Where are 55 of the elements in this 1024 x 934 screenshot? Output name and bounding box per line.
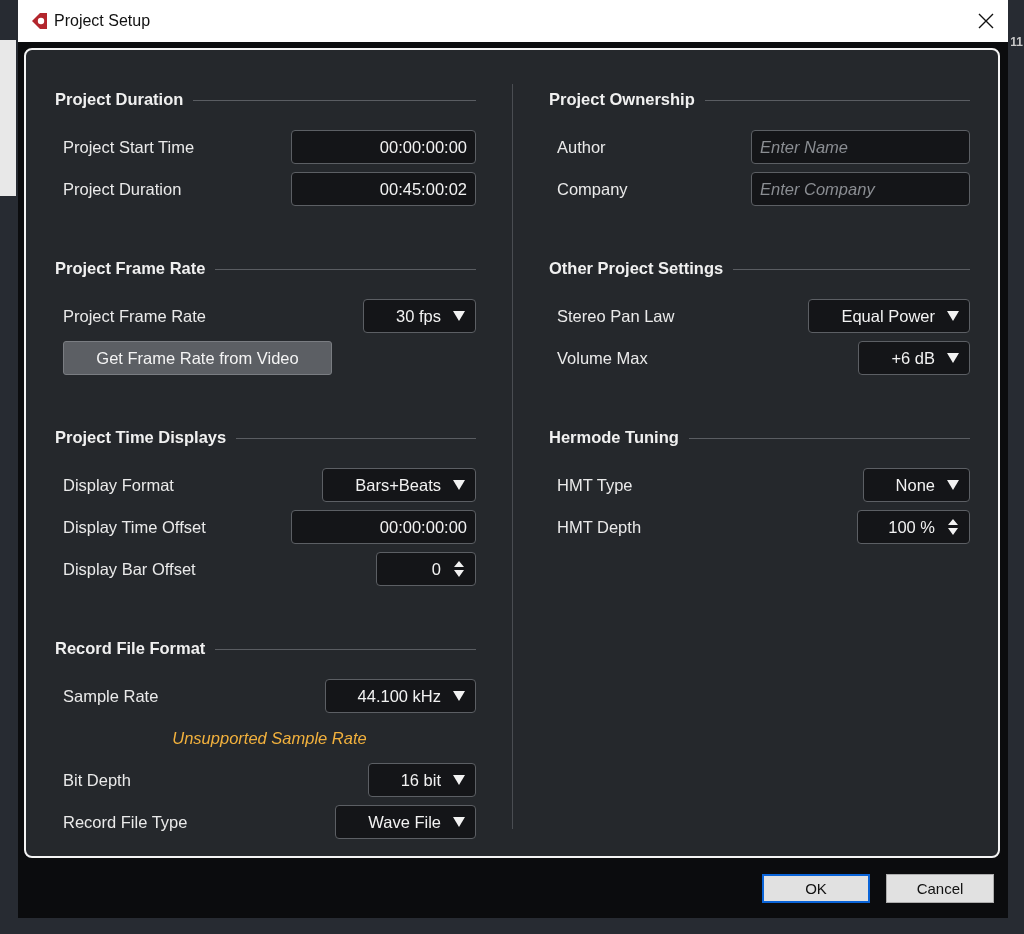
- app-logo-icon: [30, 12, 48, 30]
- dropdown-arrow-icon: [453, 691, 465, 701]
- field-label: Project Frame Rate: [63, 306, 207, 326]
- field-label: Sample Rate: [63, 686, 159, 706]
- field-label: HMT Depth: [557, 517, 642, 537]
- dropdown[interactable]: 44.100 kHz: [324, 679, 476, 713]
- dropdown[interactable]: Wave File: [335, 805, 476, 839]
- text-field[interactable]: Enter Company: [751, 172, 970, 206]
- cancel-button[interactable]: Cancel: [886, 874, 994, 903]
- field-label: Display Format: [63, 475, 174, 495]
- text-field[interactable]: Enter Name: [751, 130, 970, 164]
- close-icon[interactable]: [978, 13, 994, 29]
- ok-button[interactable]: OK: [762, 874, 870, 903]
- dropdown-arrow-icon: [453, 817, 465, 827]
- field-label: Author: [557, 137, 606, 157]
- dropdown[interactable]: +6 dB: [858, 341, 970, 375]
- field-label: Project Duration: [63, 179, 182, 199]
- dropdown-arrow-icon: [453, 480, 465, 490]
- section-title: Project Duration: [55, 89, 184, 109]
- dropdown-arrow-icon: [453, 311, 465, 321]
- field-label: Display Time Offset: [63, 517, 206, 537]
- warning-text: Unsupported Sample Rate: [172, 728, 367, 748]
- field-label: Volume Max: [557, 348, 648, 368]
- dropdown[interactable]: None: [862, 468, 970, 502]
- section-title: Project Time Displays: [55, 427, 227, 447]
- spin-field[interactable]: 0: [376, 552, 476, 586]
- section-title: Hermode Tuning: [549, 427, 679, 447]
- dropdown-arrow-icon: [947, 480, 959, 490]
- time-field[interactable]: 00:45:00:02: [291, 172, 476, 206]
- time-field[interactable]: 00:00:00:00: [291, 510, 476, 544]
- dropdown[interactable]: 16 bit: [367, 763, 476, 797]
- field-label: Record File Type: [63, 812, 188, 832]
- field-label: Stereo Pan Law: [557, 306, 675, 326]
- stepper-arrows-icon: [453, 560, 465, 578]
- field-label: Company: [557, 179, 628, 199]
- field-label: Display Bar Offset: [63, 559, 196, 579]
- dropdown[interactable]: Equal Power: [808, 299, 970, 333]
- dropdown-arrow-icon: [947, 311, 959, 321]
- section-title: Project Frame Rate: [55, 258, 206, 278]
- section-title: Project Ownership: [549, 89, 695, 109]
- section-title: Other Project Settings: [549, 258, 724, 278]
- spin-field[interactable]: 100 %: [857, 510, 970, 544]
- dropdown-arrow-icon: [947, 353, 959, 363]
- dropdown[interactable]: 30 fps: [363, 299, 476, 333]
- window-title: Project Setup: [54, 12, 152, 30]
- dropdown-arrow-icon: [453, 775, 465, 785]
- field-label: Project Start Time: [63, 137, 195, 157]
- time-field[interactable]: 00:00:00:00: [291, 130, 476, 164]
- frame-rate-button[interactable]: Get Frame Rate from Video: [63, 341, 332, 375]
- stepper-arrows-icon: [947, 518, 959, 536]
- dropdown[interactable]: Bars+Beats: [322, 468, 476, 502]
- ruler-label: 11: [1010, 35, 1023, 49]
- field-label: Bit Depth: [63, 770, 131, 790]
- field-label: HMT Type: [557, 475, 633, 495]
- section-title: Record File Format: [55, 638, 206, 658]
